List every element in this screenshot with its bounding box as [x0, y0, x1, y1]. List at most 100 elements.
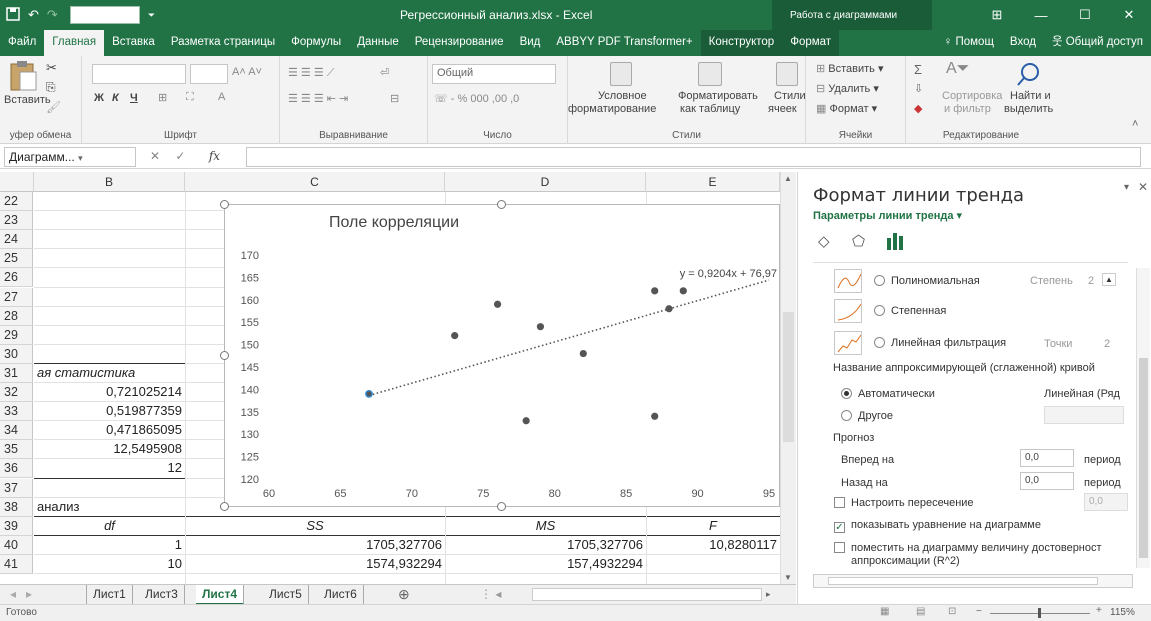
redo-icon[interactable]: ↷ — [47, 7, 58, 23]
custom-name-radio[interactable] — [841, 410, 852, 421]
show-r2-option[interactable]: поместить на диаграмму величину достовер… — [834, 542, 1102, 554]
next-sheet-icon[interactable]: ▸ — [20, 585, 38, 605]
row-header[interactable]: 25 — [0, 249, 33, 269]
tab-format[interactable]: Формат — [782, 30, 840, 56]
tab-review[interactable]: Рецензирование — [407, 30, 512, 56]
cell[interactable]: SS — [185, 517, 445, 535]
row-header[interactable]: 32 — [0, 383, 33, 403]
bold-button[interactable]: Ж — [94, 92, 104, 104]
insert-cells-button[interactable]: ⊞ Вставить ▾ — [816, 62, 884, 75]
page-break-icon[interactable]: ⊡ — [948, 606, 956, 617]
font-name-box[interactable] — [92, 64, 186, 84]
column-header-d[interactable]: D — [445, 172, 646, 192]
cell[interactable]: 1 — [34, 536, 185, 554]
find-icon[interactable] — [1014, 60, 1042, 88]
number-format-box[interactable]: Общий — [432, 64, 556, 84]
show-r2-checkbox[interactable] — [834, 542, 845, 553]
format-cells-button[interactable]: ▦ Формат ▾ — [816, 102, 877, 115]
sort-filter-icon[interactable]: A⏷ — [946, 60, 969, 78]
align-top-icon[interactable]: ☰ ☰ ☰ ⟋ — [288, 66, 334, 80]
copy-icon[interactable]: ⎘ — [46, 80, 56, 95]
sheet-tab-4[interactable]: Лист4 — [196, 585, 245, 605]
cell[interactable]: 0,471865095 — [34, 421, 185, 439]
align-left-icon[interactable]: ☰ ☰ ☰ ⇤ ⇥ — [288, 92, 348, 105]
currency-icon[interactable]: ☏ - % 000 ,00 ,0 — [434, 92, 519, 105]
cell[interactable]: MS — [445, 517, 646, 535]
cell[interactable]: 0,519877359 — [34, 402, 185, 420]
formula-input[interactable] — [246, 147, 1141, 167]
row-header[interactable]: 36 — [0, 459, 33, 479]
format-painter-icon[interactable]: 🖌 — [46, 100, 61, 114]
cell[interactable]: ая статистика — [34, 364, 185, 382]
qat-dropdown[interactable] — [69, 6, 140, 24]
add-sheet-icon[interactable]: ⊕ — [392, 585, 416, 605]
row-header[interactable]: 28 — [0, 306, 33, 326]
resize-handle-b[interactable] — [497, 502, 506, 511]
column-header-b[interactable]: B — [34, 172, 185, 192]
scatter-chart[interactable]: Поле корреляции 120 125 130 135 140 145 150 155 1… — [225, 205, 781, 508]
pane-options-icon[interactable]: ▾ — [1124, 182, 1129, 193]
row-header[interactable]: 24 — [0, 230, 33, 250]
cell-styles-button[interactable]: ячеек — [768, 103, 797, 115]
row-header[interactable]: 38 — [0, 497, 33, 517]
row-header[interactable]: 26 — [0, 268, 33, 288]
scroll-right-icon[interactable]: ▸ — [760, 585, 777, 605]
tab-page-layout[interactable]: Разметка страницы — [163, 30, 283, 56]
save-icon[interactable] — [6, 6, 20, 24]
scroll-thumb[interactable] — [783, 312, 794, 442]
cell[interactable]: F — [646, 517, 780, 535]
minimize-icon[interactable]: — — [1019, 0, 1063, 30]
insert-function-icon[interactable]: fx — [209, 149, 220, 163]
polynomial-radio[interactable] — [874, 275, 885, 286]
enter-icon[interactable]: ✓ — [175, 149, 185, 163]
tab-formulas[interactable]: Формулы — [283, 30, 349, 56]
cell[interactable]: анализ — [34, 498, 185, 516]
ribbon-display-icon[interactable]: ⊞ — [975, 0, 1019, 30]
cut-icon[interactable]: ✂ — [46, 60, 57, 76]
share-button[interactable]: 웃 Общий доступ — [1044, 30, 1151, 56]
cell[interactable]: 10,8280117 — [646, 536, 780, 554]
format-table-icon[interactable] — [698, 62, 722, 86]
row-header[interactable]: 34 — [0, 421, 33, 441]
maximize-icon[interactable]: ☐ — [1063, 0, 1107, 30]
row-header[interactable]: 30 — [0, 344, 33, 364]
zoom-level[interactable]: 115% — [1110, 607, 1135, 618]
custom-name-option[interactable]: Другое — [841, 410, 893, 422]
cell[interactable]: 1705,327706 — [185, 536, 445, 554]
column-header-e[interactable]: E — [646, 172, 780, 192]
row-header[interactable]: 29 — [0, 325, 33, 345]
column-header-c[interactable]: C — [185, 172, 445, 192]
page-layout-icon[interactable]: ▤ — [916, 606, 925, 617]
fill-icon[interactable]: ⇩ — [914, 82, 923, 95]
font-size-box[interactable] — [190, 64, 228, 84]
row-header[interactable]: 37 — [0, 478, 33, 498]
pane-horizontal-scrollbar[interactable] — [813, 574, 1133, 588]
trendline-options-dropdown[interactable]: Параметры линии тренда ▾ — [813, 209, 962, 222]
tab-split-icon[interactable]: ⋮ ◂ — [474, 585, 507, 605]
tab-insert[interactable]: Вставка — [104, 30, 163, 56]
power-option[interactable]: Степенная — [874, 305, 946, 317]
row-header[interactable]: 31 — [0, 363, 33, 383]
borders-icon[interactable]: ⊞ — [158, 91, 167, 104]
sheet-tab-1[interactable]: Лист1 — [86, 585, 133, 605]
fill-color-icon[interactable]: ⛶ — [186, 91, 194, 104]
tab-data[interactable]: Данные — [349, 30, 407, 56]
paste-button[interactable]: Вставить — [4, 60, 51, 116]
font-color-icon[interactable]: A — [218, 91, 225, 103]
auto-name-option[interactable]: Автоматически — [841, 388, 935, 400]
zoom-slider-thumb[interactable] — [1038, 608, 1041, 618]
zoom-in-icon[interactable]: + — [1096, 605, 1102, 616]
cell[interactable]: 157,4932294 — [445, 555, 646, 573]
font-grow-icon[interactable]: A˄ A˅ — [232, 66, 262, 78]
effects-icon[interactable]: ⬠ — [852, 232, 865, 250]
forward-input[interactable]: 0,0 — [1020, 449, 1074, 467]
custom-name-input[interactable] — [1044, 406, 1124, 424]
cell[interactable]: 1705,327706 — [445, 536, 646, 554]
resize-handle-l[interactable] — [220, 351, 229, 360]
name-box[interactable]: Диаграмм... ▾ — [4, 147, 136, 167]
pane-vertical-scrollbar[interactable] — [1136, 268, 1150, 568]
pane-hscroll-thumb[interactable] — [828, 577, 1098, 585]
cell[interactable]: 12,5495908 — [34, 440, 185, 458]
row-header[interactable]: 39 — [0, 516, 33, 536]
set-intercept-checkbox[interactable] — [834, 497, 845, 508]
